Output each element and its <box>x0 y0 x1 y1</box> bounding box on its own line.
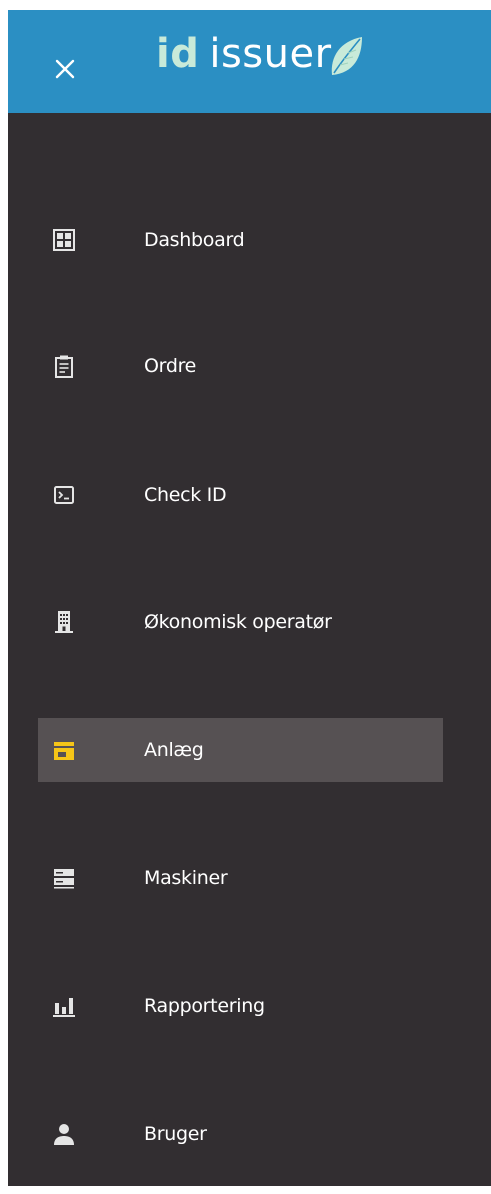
sidebar-item-label: Bruger <box>144 1123 207 1145</box>
server-icon <box>52 866 76 890</box>
dashboard-icon <box>52 228 76 252</box>
sidebar-item-label: Rapportering <box>144 995 265 1017</box>
person-icon <box>52 1122 76 1146</box>
logo-id-text: id <box>156 31 200 77</box>
sidebar-item-okonomisk-operator[interactable]: Økonomisk operatør <box>38 590 443 654</box>
app-logo[interactable]: id issuer <box>156 26 366 82</box>
sidebar-item-label: Ordre <box>144 355 197 377</box>
sidebar-item-rapportering[interactable]: Rapportering <box>38 974 443 1038</box>
terminal-icon <box>52 483 76 507</box>
sidebar-item-label: Dashboard <box>144 229 245 251</box>
sidebar-item-maskiner[interactable]: Maskiner <box>38 846 443 910</box>
sidebar-item-label: Anlæg <box>144 739 204 761</box>
sidebar-item-dashboard[interactable]: Dashboard <box>38 208 443 272</box>
clipboard-icon <box>52 354 76 378</box>
sidebar-item-label: Maskiner <box>144 867 228 889</box>
sidebar-item-check-id[interactable]: Check ID <box>38 463 443 527</box>
close-icon <box>55 59 75 79</box>
sidebar-item-bruger[interactable]: Bruger <box>38 1102 443 1166</box>
sidebar-item-label: Check ID <box>144 484 227 506</box>
leaf-icon <box>331 37 362 75</box>
sidebar-item-label: Økonomisk operatør <box>144 611 332 633</box>
sidebar-item-ordre[interactable]: Ordre <box>38 334 443 398</box>
store-icon <box>52 738 76 762</box>
sidebar-item-anlaeg[interactable]: Anlæg <box>38 718 443 782</box>
logo-issuer-text: issuer <box>209 31 332 77</box>
close-button[interactable] <box>54 58 76 80</box>
sidebar-panel: id issuer Dashboard Ordre Check ID Økono… <box>8 10 491 1186</box>
sidebar-header: id issuer <box>8 10 491 113</box>
bar-chart-icon <box>52 994 76 1018</box>
building-icon <box>52 610 76 634</box>
